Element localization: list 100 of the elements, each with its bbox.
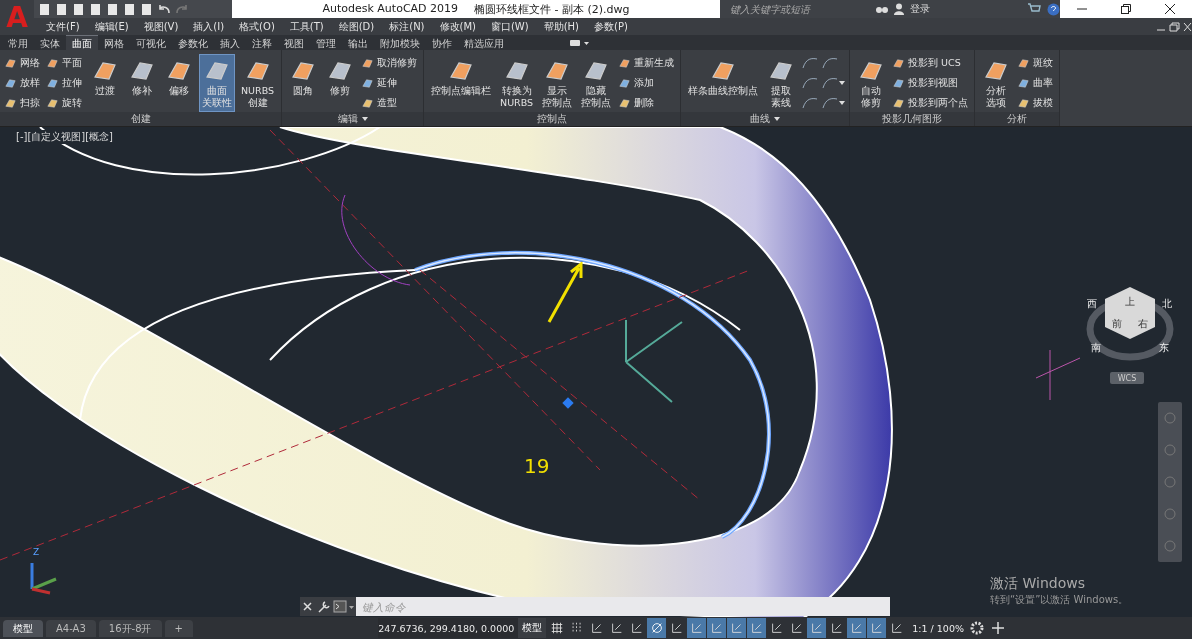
ribbon-tab[interactable]: 管理	[310, 35, 342, 50]
help-icon[interactable]	[1047, 2, 1060, 16]
cube-face-label[interactable]: 上	[1125, 295, 1135, 309]
ribbon-button[interactable]: 旋转	[46, 94, 84, 112]
viewport-label[interactable]: [-][自定义视图][概念]	[14, 130, 116, 144]
ribbon-button[interactable]: 投影到视图	[892, 74, 971, 92]
compass-label[interactable]: 西	[1087, 297, 1097, 311]
annotation-scale[interactable]: 1:1 / 100%	[906, 622, 970, 634]
ribbon-button[interactable]: 延伸	[361, 74, 420, 92]
ribbon-button[interactable]: 曲率	[1017, 74, 1056, 92]
print-icon[interactable]	[140, 2, 153, 16]
ribbon-button[interactable]: 拉伸	[46, 74, 84, 92]
cart-icon[interactable]	[1027, 3, 1041, 15]
menu-item[interactable]: 窗口(W)	[482, 19, 536, 34]
ribbon-large-button[interactable]: 过渡	[88, 54, 122, 112]
ribbon-large-button[interactable]: 曲面 关联性	[199, 54, 235, 112]
menu-item[interactable]: 编辑(E)	[86, 19, 136, 34]
search-field[interactable]: 键入关键字或短语	[720, 0, 870, 18]
ribbon-tab[interactable]: 曲面	[66, 35, 98, 50]
binoculars-icon[interactable]	[876, 4, 888, 14]
compass-label[interactable]: 南	[1091, 341, 1101, 355]
compass-label[interactable]: 北	[1162, 297, 1172, 311]
menu-item[interactable]: 标注(N)	[381, 19, 432, 34]
ribbon-large-button[interactable]: 样条曲线控制点	[685, 54, 762, 112]
ribbon-button[interactable]: 删除	[618, 94, 677, 112]
status-toggle-button[interactable]	[647, 618, 667, 638]
ribbon-button[interactable]: 造型	[361, 94, 420, 112]
ribbon-button[interactable]: 放样	[4, 74, 42, 92]
cube-face-label[interactable]: 右	[1138, 317, 1148, 331]
status-toggle-button[interactable]	[747, 618, 767, 638]
ribbon-button[interactable]: 网络	[4, 54, 42, 72]
ribbon-tab[interactable]: 可视化	[130, 35, 172, 50]
ribbon-large-button[interactable]: 自动 修剪	[854, 54, 889, 112]
menu-item[interactable]: 修改(M)	[431, 19, 483, 34]
ribbon-button[interactable]: 平面	[46, 54, 84, 72]
ribbon-button[interactable]: 斑纹	[1017, 54, 1056, 72]
ribbon-large-button[interactable]: 修剪	[323, 54, 358, 112]
ribbon-tab[interactable]: 常用	[2, 35, 34, 50]
panel-toggle-icon[interactable]	[570, 39, 590, 47]
ribbon-large-button[interactable]: 隐藏 控制点	[578, 54, 615, 112]
ribbon-button[interactable]: 投影到 UCS	[892, 54, 971, 72]
menu-item[interactable]: 文件(F)	[38, 19, 87, 34]
ribbon-large-button[interactable]: 转换为 NURBS	[497, 54, 537, 112]
plus-icon[interactable]	[992, 622, 1004, 634]
ribbon-tab[interactable]: 实体	[34, 35, 66, 50]
ribbon-large-button[interactable]: 提取 素线	[764, 54, 799, 112]
status-toggle-button[interactable]	[687, 618, 707, 638]
ribbon-tab[interactable]: 视图	[278, 35, 310, 50]
user-icon[interactable]	[894, 3, 904, 15]
ribbon-large-button[interactable]: 修补	[125, 54, 159, 112]
status-toggle-button[interactable]	[707, 618, 727, 638]
add-layout-button[interactable]: +	[164, 619, 193, 637]
ribbon-large-button[interactable]: 分析 选项	[979, 54, 1014, 112]
menu-item[interactable]: 插入(I)	[185, 19, 232, 34]
menu-item[interactable]: 视图(V)	[135, 19, 186, 34]
ribbon-large-button[interactable]: 控制点编辑栏	[428, 54, 495, 112]
layout-tab[interactable]: 模型	[3, 619, 43, 637]
ribbon-tab[interactable]: 网格	[98, 35, 130, 50]
undo-icon[interactable]	[157, 3, 171, 15]
ribbon-button[interactable]: 拔模	[1017, 94, 1056, 112]
layout-tab[interactable]: 16开-8开	[98, 619, 162, 637]
settings-icon[interactable]	[970, 621, 984, 635]
layout-tab[interactable]: A4-A3	[46, 619, 96, 637]
compass-label[interactable]: 东	[1159, 341, 1169, 355]
menu-item[interactable]: 工具(T)	[281, 19, 331, 34]
status-toggle-button[interactable]	[867, 618, 887, 638]
menu-item[interactable]: 格式(O)	[231, 19, 282, 34]
file-icon[interactable]	[72, 2, 85, 16]
file-icon[interactable]	[123, 2, 136, 16]
ribbon-tab[interactable]: 输出	[342, 35, 374, 50]
ribbon-large-button[interactable]: NURBS 创建	[238, 54, 278, 112]
file-icon[interactable]	[106, 2, 119, 16]
status-toggle-button[interactable]	[727, 618, 747, 638]
prompt-icon[interactable]	[332, 597, 356, 616]
ribbon-button[interactable]: 取消修剪	[361, 54, 420, 72]
ribbon-tab[interactable]: 附加模块	[374, 35, 426, 50]
ribbon-tab[interactable]: 注释	[246, 35, 278, 50]
file-icon[interactable]	[38, 2, 51, 16]
ribbon-button[interactable]: 投影到两个点	[892, 94, 971, 112]
sign-in-link[interactable]: 登录	[910, 2, 930, 16]
ribbon-tab[interactable]: 精选应用	[458, 35, 510, 50]
command-input[interactable]: 键入命令	[356, 597, 890, 616]
ribbon-large-button[interactable]: 显示 控制点	[539, 54, 576, 112]
ribbon-tab[interactable]: 协作	[426, 35, 458, 50]
menu-item[interactable]: 参数(P)	[586, 19, 635, 34]
ribbon-button[interactable]: 重新生成	[618, 54, 677, 72]
file-icon[interactable]	[89, 2, 102, 16]
ribbon-large-button[interactable]: 圆角	[286, 54, 321, 112]
ribbon-large-button[interactable]: 偏移	[162, 54, 196, 112]
status-toggle-button[interactable]	[807, 618, 827, 638]
window-controls-icon[interactable]	[1156, 21, 1192, 32]
ucs-menu[interactable]: WCS	[1110, 372, 1144, 384]
ribbon-button[interactable]: 添加	[618, 74, 677, 92]
ribbon-button[interactable]: 扫掠	[4, 94, 42, 112]
cube-face-label[interactable]: 前	[1112, 317, 1122, 331]
model-space-button[interactable]: 模型	[518, 618, 547, 638]
menu-item[interactable]: 帮助(H)	[535, 19, 586, 34]
file-icon[interactable]	[55, 2, 68, 16]
menu-item[interactable]: 绘图(D)	[330, 19, 382, 34]
ribbon-tab[interactable]: 插入	[214, 35, 246, 50]
